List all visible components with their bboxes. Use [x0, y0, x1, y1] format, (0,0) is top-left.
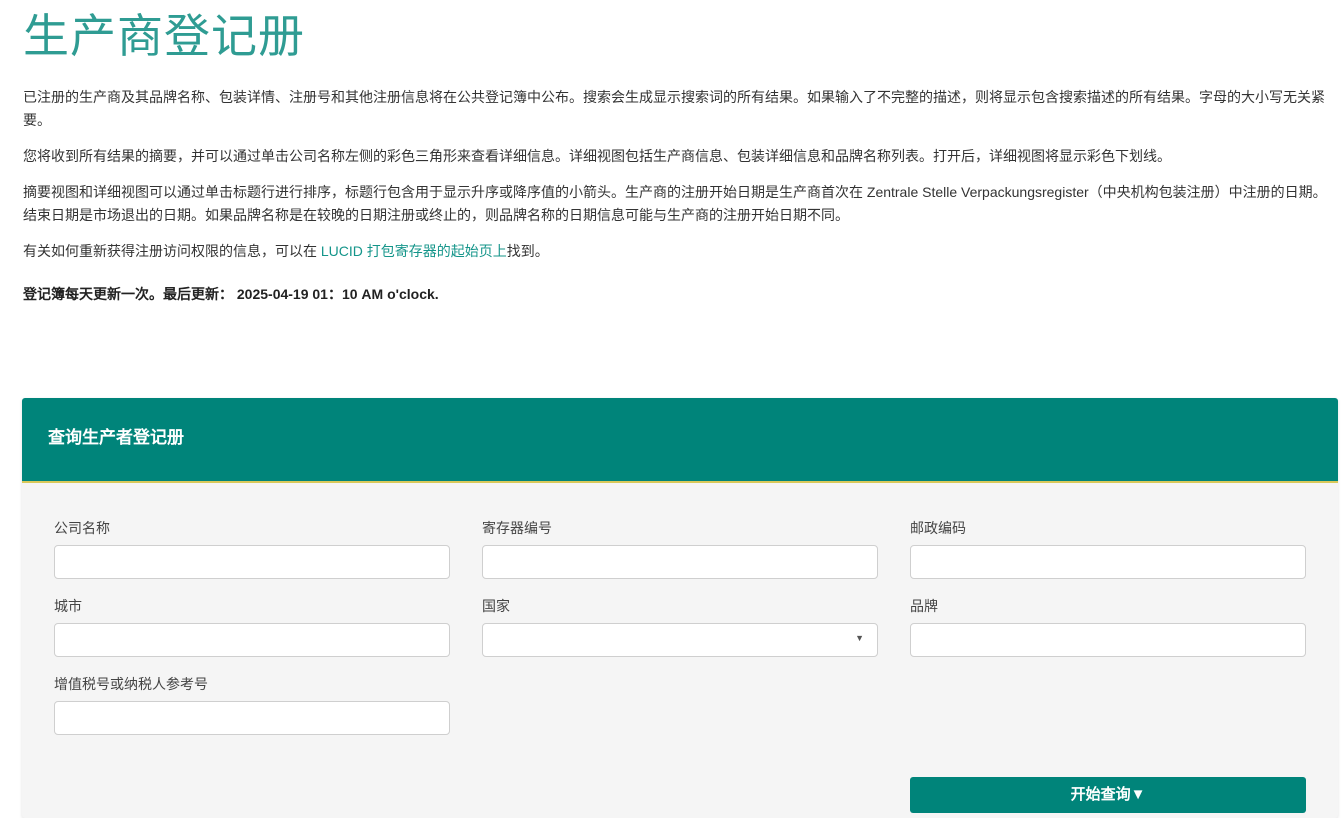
country-select[interactable]: ▼: [482, 623, 878, 657]
update-notice: 登记簿每天更新一次。最后更新： 2025-04-19 01：10 AM o'cl…: [23, 286, 439, 302]
lucid-start-page-link[interactable]: LUCID 打包寄存器的起始页上: [321, 243, 507, 259]
register-number-field: 寄存器编号: [482, 518, 878, 579]
search-panel-title: 查询生产者登记册: [48, 428, 184, 447]
city-input[interactable]: [54, 623, 450, 657]
dropdown-caret-icon: ▼: [855, 633, 864, 643]
access-text-after: 找到。: [506, 243, 549, 259]
page-title: 生产商登记册: [23, 9, 305, 63]
brand-field: 品牌: [910, 596, 1306, 657]
access-text-before: 有关如何重新获得注册访问权限的信息，可以在: [23, 243, 321, 259]
intro-paragraph-access: 有关如何重新获得注册访问权限的信息，可以在 LUCID 打包寄存器的起始页上找到…: [23, 240, 1339, 263]
company-name-label: 公司名称: [54, 520, 110, 536]
brand-input[interactable]: [910, 623, 1306, 657]
postal-code-input[interactable]: [910, 545, 1306, 579]
start-search-button[interactable]: 开始查询▼: [910, 777, 1306, 813]
intro-paragraph-sorting: 摘要视图和详细视图可以通过单击标题行进行排序，标题行包含用于显示升序或降序值的小…: [23, 184, 1327, 223]
country-label: 国家: [482, 598, 510, 614]
vat-number-field: 增值税号或纳税人参考号: [54, 674, 450, 735]
search-panel: 查询生产者登记册 公司名称 寄存器编号 邮政编码 城市 国家 ▼ 品牌 增值税号…: [22, 398, 1338, 818]
vat-number-input[interactable]: [54, 701, 450, 735]
brand-label: 品牌: [910, 598, 938, 614]
vat-number-label: 增值税号或纳税人参考号: [54, 676, 208, 692]
company-name-field: 公司名称: [54, 518, 450, 579]
page-content: 生产商登记册 已注册的生产商及其品牌名称、包装详情、注册号和其他注册信息将在公共…: [23, 0, 1339, 319]
company-name-input[interactable]: [54, 545, 450, 579]
intro-paragraph-summary: 您将收到所有结果的摘要，并可以通过单击公司名称左侧的彩色三角形来查看详细信息。详…: [23, 148, 1171, 164]
city-label: 城市: [54, 598, 82, 614]
intro-paragraph-registry: 已注册的生产商及其品牌名称、包装详情、注册号和其他注册信息将在公共登记簿中公布。…: [23, 89, 1325, 128]
register-number-label: 寄存器编号: [482, 520, 552, 536]
postal-code-field: 邮政编码: [910, 518, 1306, 579]
register-number-input[interactable]: [482, 545, 878, 579]
postal-code-label: 邮政编码: [910, 520, 966, 536]
city-field: 城市: [54, 596, 450, 657]
search-panel-header: 查询生产者登记册: [22, 398, 1338, 483]
intro-text: 已注册的生产商及其品牌名称、包装详情、注册号和其他注册信息将在公共登记簿中公布。…: [23, 86, 1339, 306]
country-field: 国家 ▼: [482, 596, 878, 657]
